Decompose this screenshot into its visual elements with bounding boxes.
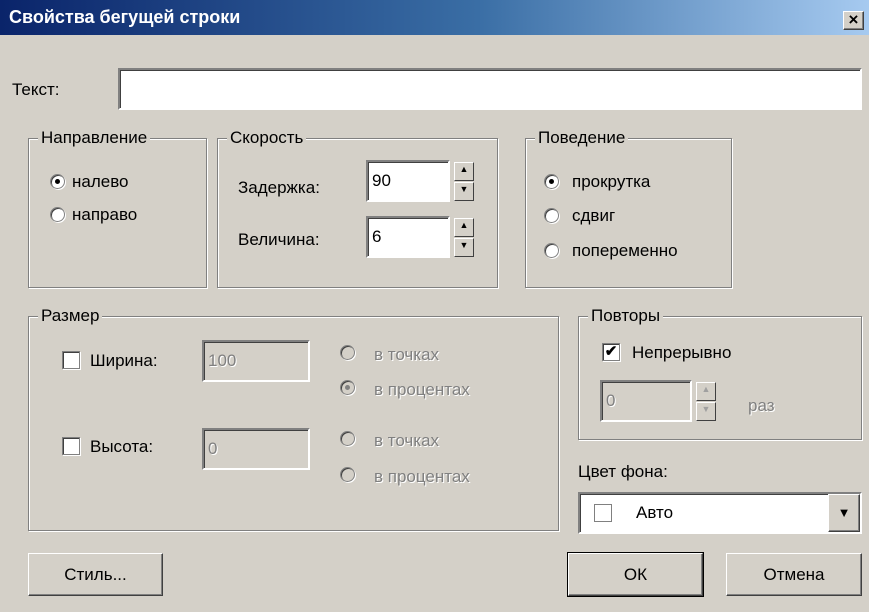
- window-title: Свойства бегущей строки: [9, 7, 241, 27]
- radio-right-label[interactable]: направо: [72, 205, 137, 225]
- repeat-legend: Повторы: [588, 306, 664, 326]
- size-legend: Размер: [38, 306, 103, 326]
- amount-spin-up[interactable]: ▲: [454, 218, 474, 237]
- radio-alternate-label[interactable]: попеременно: [572, 241, 678, 261]
- continuous-checkbox[interactable]: ✔: [602, 343, 620, 361]
- radio-left[interactable]: [50, 174, 65, 189]
- spin-down-icon: ▼: [459, 240, 469, 250]
- repeat-count-input[interactable]: 0: [600, 380, 692, 422]
- bgcolor-value: Авто: [636, 503, 674, 522]
- width-value: 100: [208, 351, 237, 370]
- height-percent-label[interactable]: в процентах: [374, 467, 470, 487]
- spin-down-icon: ▼: [701, 404, 711, 414]
- bgcolor-label: Цвет фона:: [578, 462, 668, 481]
- height-radio-points[interactable]: [340, 431, 355, 446]
- spin-down-icon: ▼: [459, 184, 469, 194]
- cancel-button-label: Отмена: [763, 565, 825, 584]
- spin-up-icon: ▲: [459, 164, 469, 174]
- text-label: Текст:: [12, 80, 60, 99]
- speed-group: [217, 138, 498, 288]
- width-radio-points[interactable]: [340, 345, 355, 360]
- delay-input[interactable]: 90: [366, 160, 450, 202]
- cancel-button[interactable]: Отмена: [726, 553, 862, 596]
- close-icon: ×: [848, 10, 859, 29]
- radio-left-label[interactable]: налево: [72, 172, 129, 192]
- spin-up-icon: ▲: [701, 384, 711, 394]
- radio-slide[interactable]: [544, 208, 559, 223]
- color-swatch: [594, 504, 612, 522]
- close-button[interactable]: ×: [843, 11, 864, 30]
- repeat-spin-up[interactable]: ▲: [696, 382, 716, 401]
- bgcolor-dropdown-button[interactable]: ▼: [828, 494, 860, 532]
- amount-input[interactable]: 6: [366, 216, 450, 258]
- style-button-label: Стиль...: [64, 565, 127, 584]
- height-input[interactable]: 0: [202, 428, 310, 470]
- radio-slide-label[interactable]: сдвиг: [572, 206, 615, 226]
- times-label: раз: [748, 396, 775, 415]
- radio-alternate[interactable]: [544, 243, 559, 258]
- height-radio-percent[interactable]: [340, 467, 355, 482]
- chevron-down-icon: ▼: [837, 505, 851, 520]
- width-label[interactable]: Ширина:: [90, 351, 158, 371]
- behavior-legend: Поведение: [535, 128, 629, 148]
- width-percent-label[interactable]: в процентах: [374, 380, 470, 400]
- height-value: 0: [208, 439, 218, 458]
- height-checkbox[interactable]: [62, 437, 80, 455]
- text-input[interactable]: [118, 68, 862, 110]
- height-points-label[interactable]: в точках: [374, 431, 439, 451]
- radio-scroll[interactable]: [544, 174, 559, 189]
- radio-right[interactable]: [50, 207, 65, 222]
- spin-up-icon: ▲: [459, 220, 469, 230]
- width-points-label[interactable]: в точках: [374, 345, 439, 365]
- ok-button[interactable]: ОК: [567, 552, 704, 597]
- height-label[interactable]: Высота:: [90, 437, 153, 457]
- radio-scroll-label[interactable]: прокрутка: [572, 172, 650, 192]
- delay-spin-down[interactable]: ▼: [454, 182, 474, 201]
- amount-spin-down[interactable]: ▼: [454, 238, 474, 257]
- speed-legend: Скорость: [227, 128, 307, 148]
- amount-value: 6: [372, 227, 382, 246]
- amount-label: Величина:: [238, 230, 320, 249]
- bgcolor-dropdown[interactable]: Авто ▼: [578, 492, 862, 534]
- direction-legend: Направление: [38, 128, 151, 148]
- width-radio-percent[interactable]: [340, 380, 355, 395]
- delay-label: Задержка:: [238, 178, 320, 197]
- delay-spin-up[interactable]: ▲: [454, 162, 474, 181]
- delay-value: 90: [372, 171, 391, 190]
- check-icon: ✔: [604, 343, 618, 360]
- ok-button-label: ОК: [623, 565, 648, 584]
- width-checkbox[interactable]: [62, 351, 80, 369]
- repeat-spin-down[interactable]: ▼: [696, 402, 716, 421]
- continuous-label[interactable]: Непрерывно: [632, 343, 731, 363]
- repeat-count-value: 0: [606, 391, 616, 410]
- style-button[interactable]: Стиль...: [28, 553, 163, 596]
- width-input[interactable]: 100: [202, 340, 310, 382]
